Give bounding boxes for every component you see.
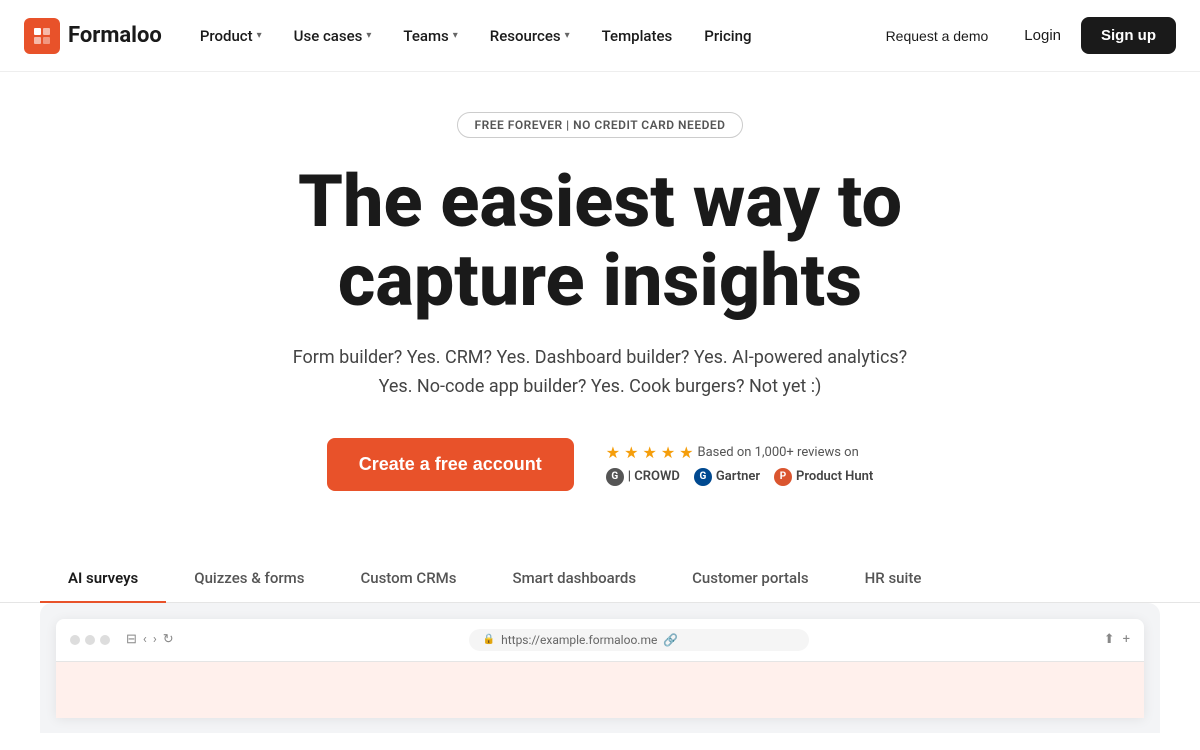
chevron-down-icon: ▾ [565,30,570,41]
hero-section: FREE FOREVER | NO CREDIT CARD NEEDED The… [0,72,1200,555]
browser-dot-1 [70,635,80,645]
stars-row: ★ ★ ★ ★ ★ Based on 1,000+ reviews on [606,443,874,462]
chevron-down-icon: ▾ [453,30,458,41]
browser-dots [70,635,110,645]
logo[interactable]: Formaloo [24,18,162,54]
share-icon: ⬆ [1104,632,1115,647]
tab-custom-crms[interactable]: Custom CRMs [332,555,484,603]
hero-badge: FREE FOREVER | NO CREDIT CARD NEEDED [457,112,742,138]
browser-url-bar[interactable]: 🔒 https://example.formaloo.me 🔗 [469,629,809,651]
tabs-row: AI surveys Quizzes & forms Custom CRMs S… [0,555,1200,603]
crowd-label: | CROWD [628,469,680,484]
review-logo-producthunt: P Product Hunt [774,468,873,486]
browser-nav-icons: ⊟ ‹ › ↻ [126,632,174,647]
star-2: ★ [624,443,638,462]
browser-window: ⊟ ‹ › ↻ 🔒 https://example.formaloo.me 🔗 … [56,619,1144,717]
lock-icon: 🔒 [483,634,495,645]
gartner-label: Gartner [716,469,760,484]
nav-product[interactable]: Product ▾ [186,19,276,53]
hero-subtitle: Form builder? Yes. CRM? Yes. Dashboard b… [290,344,910,402]
link-icon: 🔗 [663,633,678,647]
request-demo-button[interactable]: Request a demo [870,20,1005,52]
add-tab-icon: + [1123,632,1130,647]
reviews-text: Based on 1,000+ reviews on [698,445,859,460]
chevron-down-icon: ▾ [257,30,262,41]
tab-ai-surveys[interactable]: AI surveys [40,555,166,603]
star-4: ★ [661,443,675,462]
sidebar-toggle-icon: ⊟ [126,632,137,647]
browser-dot-3 [100,635,110,645]
signup-button[interactable]: Sign up [1081,17,1176,54]
producthunt-label: Product Hunt [796,469,873,484]
reviews-block: ★ ★ ★ ★ ★ Based on 1,000+ reviews on G |… [606,443,874,486]
logo-icon [24,18,60,54]
nav-pricing[interactable]: Pricing [690,19,765,53]
star-5: ★ [679,443,693,462]
star-1: ★ [606,443,620,462]
browser-right-icons: ⬆ + [1104,632,1130,647]
navbar: Formaloo Product ▾ Use cases ▾ Teams ▾ R… [0,0,1200,72]
nav-use-cases[interactable]: Use cases ▾ [280,19,386,53]
login-button[interactable]: Login [1008,19,1077,52]
nav-templates[interactable]: Templates [588,19,687,53]
hero-title: The easiest way to capture insights [190,162,1010,320]
url-text: https://example.formaloo.me [501,633,657,647]
browser-bar: ⊟ ‹ › ↻ 🔒 https://example.formaloo.me 🔗 … [56,619,1144,662]
gartner-icon: G [694,468,712,486]
logo-text: Formaloo [68,23,162,48]
review-logos: G | CROWD G Gartner P Product Hunt [606,468,874,486]
forward-icon: › [153,632,157,647]
tab-hr-suite[interactable]: HR suite [837,555,950,603]
tab-quizzes-forms[interactable]: Quizzes & forms [166,555,332,603]
nav-teams[interactable]: Teams ▾ [389,19,471,53]
crowd-icon: G [606,468,624,486]
back-icon: ‹ [143,632,147,647]
preview-area: ⊟ ‹ › ↻ 🔒 https://example.formaloo.me 🔗 … [40,603,1160,733]
nav-resources[interactable]: Resources ▾ [476,19,584,53]
refresh-icon: ↻ [163,632,174,647]
chevron-down-icon: ▾ [366,30,371,41]
browser-content [56,662,1144,718]
cta-row: Create a free account ★ ★ ★ ★ ★ Based on… [20,438,1180,491]
star-3: ★ [642,443,656,462]
browser-dot-2 [85,635,95,645]
producthunt-icon: P [774,468,792,486]
review-logo-crowd: G | CROWD [606,468,680,486]
review-logo-gartner: G Gartner [694,468,760,486]
tab-customer-portals[interactable]: Customer portals [664,555,837,603]
create-account-button[interactable]: Create a free account [327,438,574,491]
tab-smart-dashboards[interactable]: Smart dashboards [485,555,665,603]
